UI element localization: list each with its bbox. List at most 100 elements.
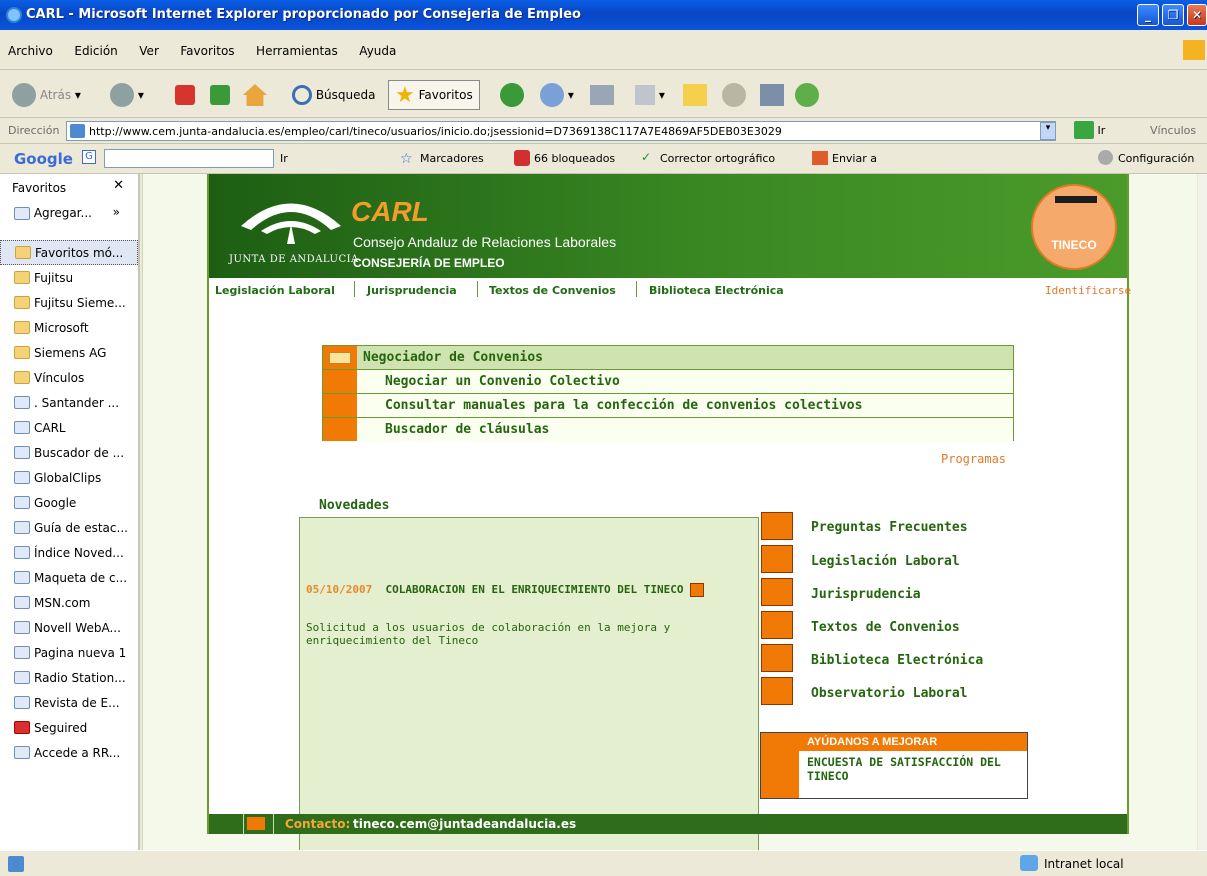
favorite-item[interactable]: Vínculos <box>0 365 138 390</box>
send-to-button[interactable]: Enviar a <box>832 152 877 165</box>
jurisprudencia-link[interactable]: Jurisprudencia <box>811 587 921 602</box>
back-button[interactable]: Atrás ▾ <box>12 80 81 110</box>
favorite-item[interactable]: Pagina nueva 1 <box>0 640 138 665</box>
research-icon <box>722 83 746 107</box>
google-go-button[interactable]: Ir <box>280 152 288 165</box>
close-panel-icon[interactable]: ✕ <box>113 178 124 193</box>
vertical-scrollbar[interactable] <box>1198 174 1207 850</box>
faq-icon[interactable] <box>761 512 793 540</box>
favorite-item[interactable]: CARL <box>0 415 138 440</box>
go-button[interactable]: Ir <box>1074 121 1105 139</box>
nav-jurisprudencia-link[interactable]: Jurisprudencia <box>367 284 457 297</box>
favorite-item[interactable]: Seguired <box>0 715 138 740</box>
survey-banner[interactable]: AYÚDANOS A MEJORAR ENCUESTA DE SATISFACC… <box>760 732 1028 799</box>
favorite-item[interactable]: . Santander ... <box>0 390 138 415</box>
maximize-button[interactable]: ❐ <box>1162 4 1184 26</box>
contact-label: Contacto: <box>285 817 351 831</box>
menu-item-negociar[interactable]: Negociar un Convenio Colectivo <box>323 370 1013 394</box>
google-logo[interactable]: Google <box>14 150 73 168</box>
minimize-button[interactable]: _ <box>1137 4 1159 26</box>
favorite-item[interactable]: Favoritos mó... <box>0 240 138 265</box>
contact-email-link[interactable]: tineco.cem@juntadeandalucia.es <box>353 817 576 831</box>
links-button[interactable]: Vínculos <box>1150 124 1196 137</box>
legislacion-link[interactable]: Legislación Laboral <box>811 554 960 569</box>
refresh-button[interactable] <box>210 80 230 110</box>
menu-ver[interactable]: Ver <box>139 44 159 58</box>
page-icon <box>14 646 30 659</box>
forward-button[interactable]: ▾ <box>110 80 144 110</box>
settings-button[interactable]: Configuración <box>1118 152 1194 165</box>
menu-item-manuales[interactable]: Consultar manuales para la confección de… <box>323 394 1013 418</box>
favorite-item[interactable]: Índice Noved... <box>0 540 138 565</box>
folder-icon <box>14 346 30 359</box>
favorite-item[interactable]: Radio Station... <box>0 665 138 690</box>
nav-biblioteca-link[interactable]: Biblioteca Electrónica <box>649 284 784 297</box>
media-button[interactable] <box>760 80 784 110</box>
scales-icon[interactable] <box>761 545 793 573</box>
favorite-item[interactable]: Revista de E... <box>0 690 138 715</box>
favorite-item[interactable]: Maqueta de c... <box>0 565 138 590</box>
junta-andalucia-logo-icon[interactable] <box>231 186 351 256</box>
document-icon[interactable] <box>690 583 705 597</box>
biblioteca-link[interactable]: Biblioteca Electrónica <box>811 653 983 668</box>
address-dropdown-button[interactable]: ▾ <box>1040 122 1056 140</box>
favorite-item[interactable]: Buscador de ... <box>0 440 138 465</box>
google-g-icon[interactable]: G <box>82 150 96 164</box>
menu-item-buscador[interactable]: Buscador de cláusulas <box>323 418 1013 442</box>
favorite-item[interactable]: MSN.com <box>0 590 138 615</box>
favorite-item[interactable]: Google <box>0 490 138 515</box>
address-input[interactable]: http://www.cem.junta-andalucia.es/empleo… <box>66 121 1056 141</box>
favorite-item[interactable]: GlobalClips <box>0 465 138 490</box>
favorite-item[interactable]: Novell WebA... <box>0 615 138 640</box>
favorite-item-label: Novell WebA... <box>34 620 121 635</box>
library-icon[interactable] <box>761 644 793 672</box>
search-button[interactable]: Búsqueda <box>292 80 376 110</box>
nav-textos-link[interactable]: Textos de Convenios <box>489 284 616 297</box>
observatory-icon[interactable] <box>761 677 793 705</box>
menu-herramientas[interactable]: Herramientas <box>256 44 338 58</box>
menu-favoritos[interactable]: Favoritos <box>180 44 234 58</box>
programs-link[interactable]: Programas <box>941 452 1006 466</box>
edit-button[interactable]: ▾ <box>635 80 665 110</box>
google-search-input[interactable] <box>104 149 274 168</box>
discuss-button[interactable] <box>683 80 707 110</box>
nav-legislacion-link[interactable]: Legislación Laboral <box>215 284 335 297</box>
stop-button[interactable] <box>175 80 195 110</box>
windows-flag-icon <box>1183 40 1205 60</box>
add-favorite-button[interactable]: Agregar... » <box>0 202 138 236</box>
favorite-item[interactable]: Fujitsu <box>0 265 138 290</box>
search-icon <box>292 85 312 105</box>
messenger-button[interactable] <box>722 80 746 110</box>
spellcheck-button[interactable]: Corrector ortográfico <box>660 152 775 165</box>
favorite-item[interactable]: Fujitsu Sieme... <box>0 290 138 315</box>
favorite-item[interactable]: Guía de estac... <box>0 515 138 540</box>
contacts-button[interactable] <box>795 80 819 110</box>
history-button[interactable] <box>500 80 524 110</box>
home-button[interactable] <box>243 80 267 110</box>
bookmarks-button[interactable]: Marcadores <box>420 152 484 165</box>
window-titlebar[interactable]: CARL - Microsoft Internet Explorer propo… <box>0 0 1207 30</box>
favorite-item[interactable]: Microsoft <box>0 315 138 340</box>
favorites-button[interactable]: ★ Favoritos <box>388 80 480 110</box>
brand-full-name: Consejo Andaluz de Relaciones Laborales <box>353 234 617 250</box>
gavel-icon[interactable] <box>761 578 793 606</box>
printer-document-icon[interactable] <box>761 611 793 639</box>
mail-button[interactable]: ▾ <box>540 80 574 110</box>
observatorio-link[interactable]: Observatorio Laboral <box>811 686 968 701</box>
textos-link[interactable]: Textos de Convenios <box>811 620 960 635</box>
print-button[interactable] <box>590 80 614 110</box>
news-headline[interactable]: 05/10/2007 COLABORACION EN EL ENRIQUECIM… <box>306 582 746 614</box>
close-button[interactable]: ✕ <box>1187 4 1207 26</box>
menu-header-row[interactable]: Negociador de Convenios <box>323 346 1013 370</box>
menu-edicion[interactable]: Edición <box>74 44 117 58</box>
favorite-item[interactable]: Accede a RR... <box>0 740 138 765</box>
favorite-item[interactable]: Siemens AG <box>0 340 138 365</box>
favorite-item-label: Radio Station... <box>34 670 126 685</box>
expand-chevron-icon[interactable]: » <box>113 205 120 219</box>
popups-blocked-button[interactable]: 66 bloqueados <box>534 152 615 165</box>
tineco-logo[interactable]: TINECO <box>1031 184 1117 270</box>
menu-ayuda[interactable]: Ayuda <box>359 44 396 58</box>
faq-link[interactable]: Preguntas Frecuentes <box>811 520 968 535</box>
menu-archivo[interactable]: Archivo <box>8 44 53 58</box>
login-link[interactable]: Identificarse <box>1045 284 1131 297</box>
